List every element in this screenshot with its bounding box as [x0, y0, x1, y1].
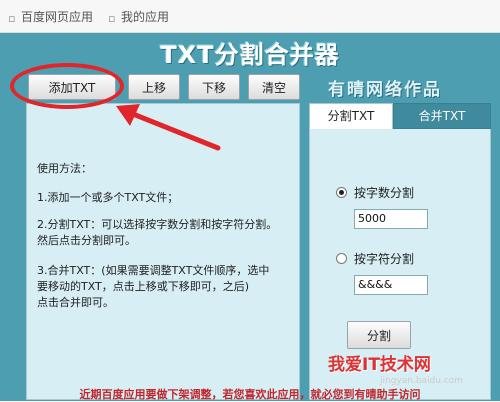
- app-grid-icon: ▫: [108, 12, 116, 25]
- top-bar: ▫ 百度网页应用 ▫ 我的应用: [0, 0, 500, 33]
- move-up-button[interactable]: 上移: [128, 74, 180, 100]
- split-by-count-radio[interactable]: [336, 187, 347, 198]
- watermark-logo: 我爱IT技术网: [328, 355, 431, 375]
- split-char-input[interactable]: &&&&: [354, 275, 428, 295]
- notice-text: 近期百度应用要做下架调整，若您喜欢此应用，就必您到有晴助手访问: [79, 388, 421, 401]
- app-grid-icon: ▫: [8, 12, 16, 25]
- instruction-step-3-line-1: 3.合并TXT：(如果需要调整TXT文件顺序，选中: [37, 264, 270, 277]
- clear-button[interactable]: 清空: [248, 74, 300, 100]
- my-apps-link[interactable]: ▫ 我的应用: [108, 8, 169, 25]
- instruction-step-1: 1.添加一个或多个TXT文件；: [37, 191, 179, 204]
- instruction-step-2-line-2: 然后点击分割即可。: [37, 234, 136, 247]
- move-down-button[interactable]: 下移: [188, 74, 240, 100]
- split-by-char-label: 按字符分割: [354, 252, 415, 266]
- watermark-url: jingyan.baidu.com: [380, 376, 464, 386]
- split-button[interactable]: 分割: [347, 321, 411, 349]
- split-by-count-label: 按字数分割: [354, 186, 415, 200]
- instruction-step-3-line-3: 点击合并即可。: [37, 296, 114, 309]
- my-apps-label: 我的应用: [121, 10, 170, 24]
- instructions-heading: 使用方法：: [37, 162, 92, 175]
- web-apps-link[interactable]: ▫ 百度网页应用: [8, 8, 93, 25]
- web-apps-label: 百度网页应用: [21, 10, 94, 24]
- instruction-step-3-line-2: 要移动的TXT，点击上移或下移即可，之后): [37, 280, 250, 293]
- tab-merge-txt[interactable]: 合并TXT: [393, 103, 491, 129]
- pointer-arrow-icon: [116, 104, 221, 151]
- tab-split-txt[interactable]: 分割TXT: [309, 103, 393, 129]
- highlight-ellipse: [10, 63, 124, 109]
- author-credit: 有晴网络作品: [328, 80, 442, 100]
- split-by-char-radio[interactable]: [336, 253, 347, 264]
- split-count-input[interactable]: 5000: [354, 209, 428, 229]
- instruction-step-2-line-1: 2.分割TXT：可以选择按字数分割和按字符分割。: [37, 218, 278, 231]
